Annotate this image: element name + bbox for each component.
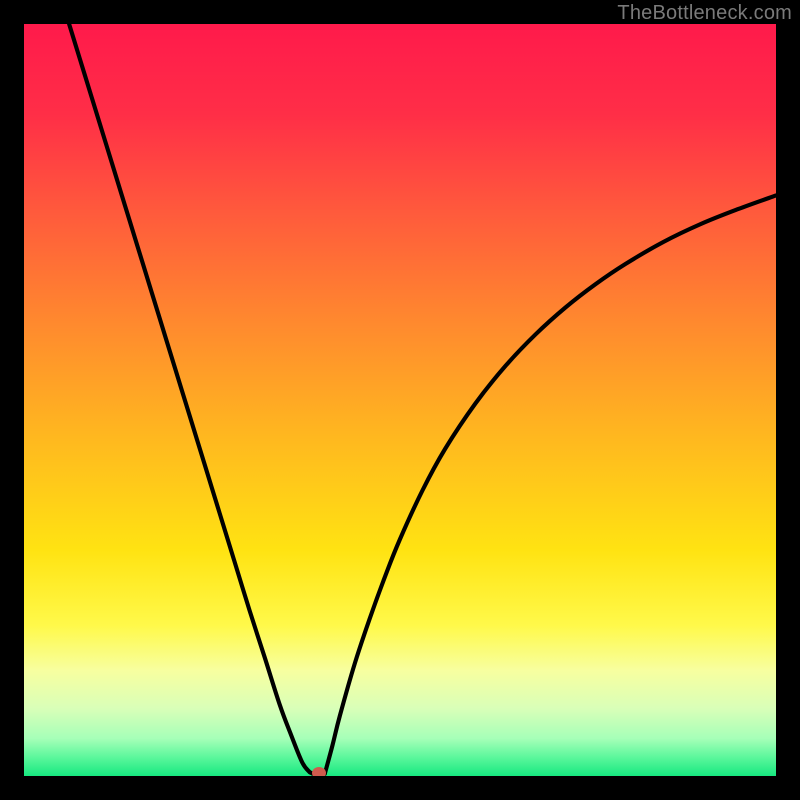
curve-left: [69, 24, 310, 772]
curve-right: [325, 195, 776, 773]
curve-svg: [24, 24, 776, 776]
watermark-text: TheBottleneck.com: [617, 2, 792, 25]
minimum-marker: [312, 767, 326, 776]
plot-area: [24, 24, 776, 776]
chart-container: TheBottleneck.com: [0, 0, 800, 800]
